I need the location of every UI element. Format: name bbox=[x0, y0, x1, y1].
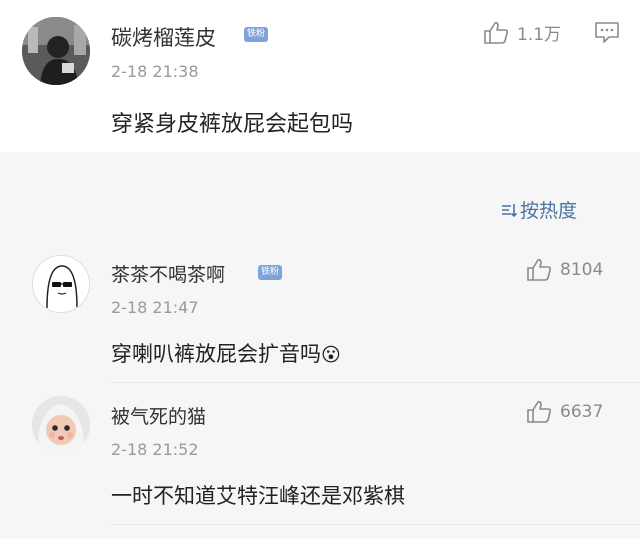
like-button[interactable]: 8104 bbox=[526, 258, 603, 282]
like-button[interactable]: 1.1万 bbox=[483, 20, 561, 45]
surprised-emoji-icon: 😮 bbox=[321, 344, 341, 366]
sort-label: 按热度 bbox=[520, 200, 578, 222]
post-content: 穿紧身皮裤放屁会起包吗 bbox=[111, 112, 354, 137]
comment-content: 一时不知道艾特汪峰还是邓紫棋 bbox=[111, 484, 405, 508]
main-post: 碳烤榴莲皮 铁粉 2-18 21:38 穿紧身皮裤放屁会起包吗 1.1万 bbox=[0, 0, 640, 152]
avatar[interactable] bbox=[32, 396, 90, 454]
comment-content: 穿喇叭裤放屁会扩音吗😮 bbox=[111, 338, 341, 368]
like-count: 6637 bbox=[560, 402, 604, 422]
username[interactable]: 茶茶不喝茶啊 bbox=[111, 260, 225, 287]
like-button[interactable]: 6637 bbox=[526, 400, 603, 424]
username[interactable]: 碳烤榴莲皮 bbox=[111, 22, 216, 52]
comment-button[interactable] bbox=[594, 20, 620, 48]
like-count: 8104 bbox=[560, 260, 604, 280]
comment-icon bbox=[595, 22, 619, 43]
avatar[interactable] bbox=[32, 255, 90, 313]
divider bbox=[111, 382, 640, 383]
sort-icon bbox=[502, 203, 518, 217]
sort-by-hot-button[interactable]: 按热度 bbox=[500, 196, 577, 223]
comment-text: 穿喇叭裤放屁会扩音吗 bbox=[111, 342, 321, 366]
post-time: 2-18 21:38 bbox=[111, 62, 199, 81]
username[interactable]: 被气死的猫 bbox=[111, 402, 206, 429]
thumbs-up-icon bbox=[484, 21, 509, 44]
fan-badge: 铁粉 bbox=[244, 27, 269, 42]
fan-badge: 铁粉 bbox=[258, 265, 283, 280]
comment-time: 2-18 21:47 bbox=[111, 298, 199, 317]
thumbs-up-icon bbox=[527, 259, 552, 281]
thumbs-up-icon bbox=[527, 401, 552, 423]
comment-time: 2-18 21:52 bbox=[111, 440, 199, 459]
avatar[interactable] bbox=[22, 17, 90, 85]
divider bbox=[111, 524, 640, 525]
like-count: 1.1万 bbox=[517, 25, 562, 45]
